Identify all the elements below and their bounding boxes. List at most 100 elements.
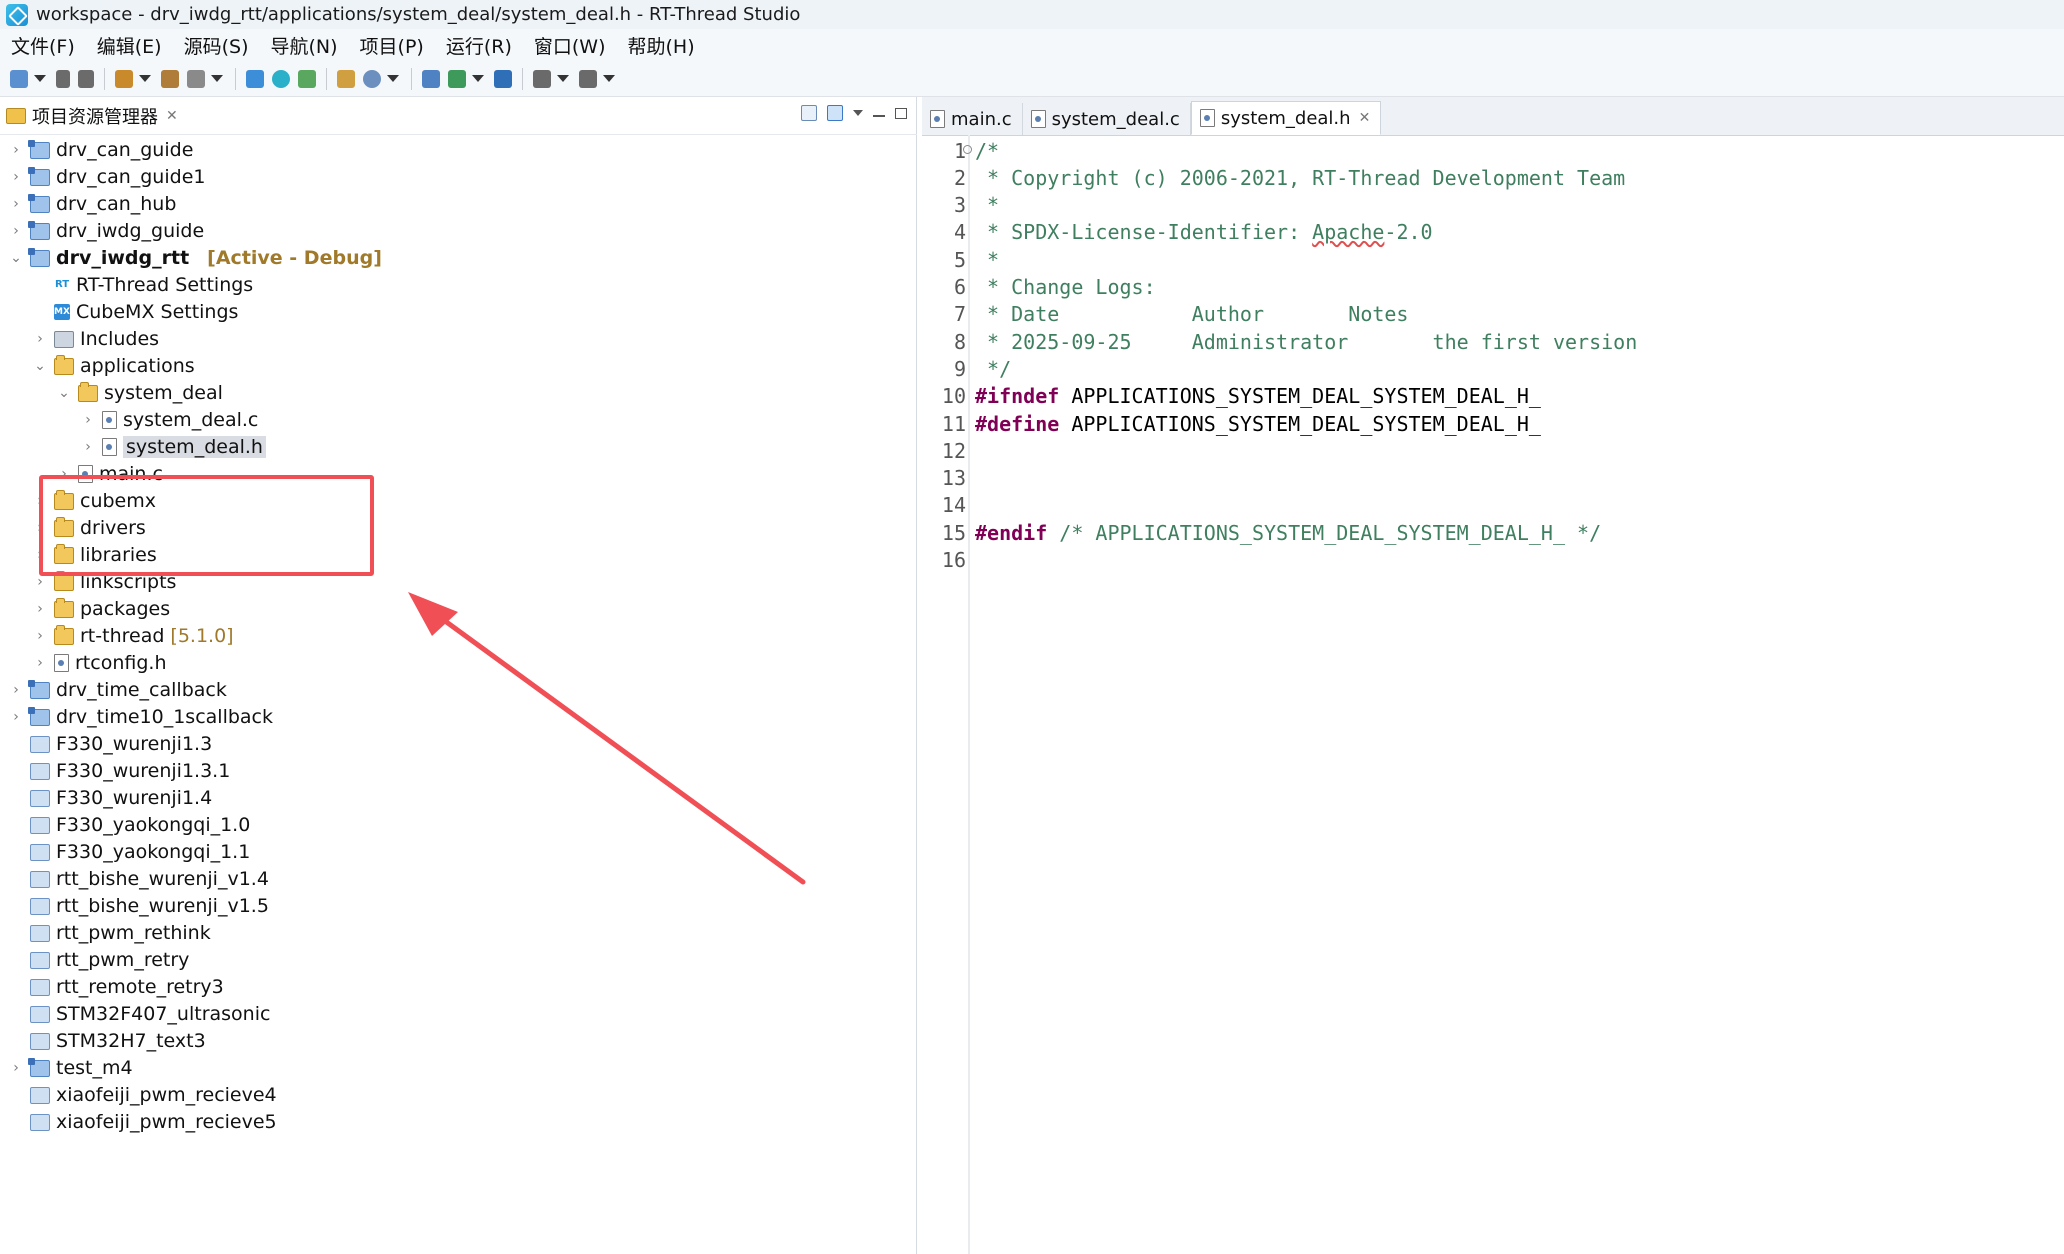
collapsed-chevron-icon[interactable]: › — [32, 331, 48, 347]
tree-item[interactable]: MX CubeMX Settings — [32, 299, 238, 325]
collapsed-chevron-icon[interactable]: › — [32, 655, 48, 671]
new-dropdown-icon[interactable] — [34, 75, 46, 82]
tree-item[interactable]: F330_yaokongqi_1.1 — [8, 839, 250, 865]
menu-edit[interactable]: 编辑(E) — [86, 32, 173, 59]
download-dropdown-icon[interactable] — [472, 75, 484, 82]
tree-item[interactable]: STM32H7_text3 — [8, 1028, 206, 1054]
project-explorer-title[interactable]: 项目资源管理器 — [32, 103, 158, 129]
collapsed-chevron-icon[interactable]: › — [8, 223, 24, 239]
tree-item[interactable]: F330_yaokongqi_1.0 — [8, 812, 250, 838]
tree-item[interactable]: › drv_iwdg_guide — [8, 218, 204, 244]
collapsed-chevron-icon[interactable]: › — [32, 574, 48, 590]
save-icon[interactable] — [56, 69, 70, 88]
tab-main-c[interactable]: main.c — [922, 103, 1023, 135]
expanded-chevron-icon[interactable]: ⌄ — [32, 358, 48, 374]
menu-project[interactable]: 项目(P) — [349, 32, 435, 59]
tree-item[interactable]: RT RT-Thread Settings — [32, 272, 253, 298]
tree-item[interactable]: › drv_can_guide — [8, 137, 193, 163]
settings-gear-icon[interactable] — [272, 69, 290, 88]
line-number: 5 — [953, 247, 966, 272]
expanded-chevron-icon[interactable]: ⌄ — [8, 250, 24, 266]
c-file-icon — [102, 411, 117, 429]
search-icon[interactable] — [363, 69, 381, 88]
tree-item[interactable]: › drv_time10_1scallback — [8, 704, 273, 730]
tab-system-deal-c[interactable]: system_deal.c — [1023, 103, 1191, 135]
tree-item[interactable]: › drv_can_hub — [8, 191, 176, 217]
collapsed-chevron-icon[interactable]: › — [8, 709, 24, 725]
tree-item[interactable]: › Includes — [32, 326, 159, 352]
collapse-all-icon[interactable] — [801, 105, 817, 121]
tree-item[interactable]: rtt_bishe_wurenji_v1.5 — [8, 893, 269, 919]
rebuild-icon[interactable] — [161, 69, 179, 88]
debug-icon[interactable] — [298, 69, 316, 88]
tree-item[interactable]: › packages — [32, 596, 170, 622]
back-arrow-icon[interactable] — [533, 69, 551, 88]
tree-item[interactable]: STM32F407_ultrasonic — [8, 1001, 270, 1027]
close-view-icon[interactable]: ✕ — [166, 108, 178, 124]
collapsed-chevron-icon[interactable]: › — [8, 1060, 24, 1076]
menu-window[interactable]: 窗口(W) — [523, 32, 617, 59]
menu-file[interactable]: 文件(F) — [0, 32, 86, 59]
terminal-icon[interactable] — [246, 69, 264, 88]
tree-item[interactable]: › system_deal.h — [80, 434, 266, 460]
maximize-icon[interactable] — [895, 107, 907, 119]
tree-item[interactable]: › system_deal.c — [80, 407, 258, 433]
tab-label: system_deal.c — [1051, 108, 1180, 130]
tab-system-deal-h[interactable]: system_deal.h ✕ — [1190, 101, 1382, 135]
tree-item[interactable]: › rtconfig.h — [32, 650, 166, 676]
tree-item-label: rtt_pwm_retry — [56, 949, 190, 971]
tree-item[interactable]: ⌄ drv_iwdg_rtt [Active - Debug] — [8, 245, 382, 271]
collapsed-chevron-icon[interactable]: › — [32, 628, 48, 644]
tree-item[interactable]: rtt_bishe_wurenji_v1.4 — [8, 866, 269, 892]
forward-dropdown-icon[interactable] — [603, 75, 615, 82]
clean-dropdown-icon[interactable] — [211, 75, 223, 82]
collapsed-chevron-icon[interactable]: › — [32, 601, 48, 617]
menu-source[interactable]: 源码(S) — [173, 32, 260, 59]
save-all-icon[interactable] — [78, 69, 94, 88]
collapsed-chevron-icon[interactable]: › — [8, 169, 24, 185]
build-dropdown-icon[interactable] — [139, 75, 151, 82]
back-dropdown-icon[interactable] — [557, 75, 569, 82]
menu-help[interactable]: 帮助(H) — [617, 32, 706, 59]
menu-run[interactable]: 运行(R) — [435, 32, 523, 59]
layers-icon[interactable] — [494, 69, 512, 88]
collapsed-chevron-icon[interactable]: › — [80, 439, 96, 455]
tree-item[interactable]: rtt_pwm_retry — [8, 947, 189, 973]
project-icon — [28, 220, 50, 240]
fold-toggle-icon[interactable] — [963, 145, 972, 154]
expanded-chevron-icon[interactable]: ⌄ — [56, 385, 72, 401]
tree-item[interactable]: ⌄ system_deal — [56, 380, 223, 406]
tree-item[interactable]: F330_wurenji1.3 — [8, 731, 212, 757]
view-menu-chevron-down-icon[interactable] — [853, 110, 863, 116]
tree-item[interactable]: xiaofeiji_pwm_recieve4 — [8, 1082, 277, 1108]
tree-item[interactable]: rtt_pwm_rethink — [8, 920, 211, 946]
open-folder-icon[interactable] — [337, 69, 355, 88]
new-icon[interactable] — [10, 69, 28, 88]
tree-item[interactable]: › drv_can_guide1 — [8, 164, 205, 190]
folder-icon — [78, 381, 98, 402]
tree-item[interactable]: ⌄ applications — [32, 353, 195, 379]
download-icon[interactable] — [448, 69, 466, 88]
tree-item[interactable]: F330_wurenji1.4 — [8, 785, 212, 811]
forward-arrow-icon[interactable] — [579, 69, 597, 88]
close-tab-icon[interactable]: ✕ — [1359, 110, 1371, 126]
collapsed-chevron-icon[interactable]: › — [8, 196, 24, 212]
tree-item[interactable]: › test_m4 — [8, 1055, 132, 1081]
tree-item[interactable]: xiaofeiji_pwm_recieve5 — [8, 1109, 277, 1135]
collapsed-chevron-icon[interactable]: › — [8, 682, 24, 698]
minimize-icon[interactable] — [873, 115, 885, 117]
line-number: 3 — [953, 193, 966, 218]
package-icon[interactable] — [422, 69, 440, 88]
build-icon[interactable] — [115, 69, 133, 88]
tree-item[interactable]: F330_wurenji1.3.1 — [8, 758, 230, 784]
tree-item[interactable]: › drv_time_callback — [8, 677, 227, 703]
folder-icon — [54, 354, 74, 375]
collapsed-chevron-icon[interactable]: › — [80, 412, 96, 428]
search-dropdown-icon[interactable] — [387, 75, 399, 82]
collapsed-chevron-icon[interactable]: › — [8, 142, 24, 158]
menu-navigate[interactable]: 导航(N) — [260, 32, 349, 59]
link-with-editor-icon[interactable] — [827, 105, 843, 121]
clean-icon[interactable] — [187, 69, 205, 88]
tree-item[interactable]: rtt_remote_retry3 — [8, 974, 224, 1000]
tree-item[interactable]: › rt-thread [5.1.0] — [32, 623, 234, 649]
